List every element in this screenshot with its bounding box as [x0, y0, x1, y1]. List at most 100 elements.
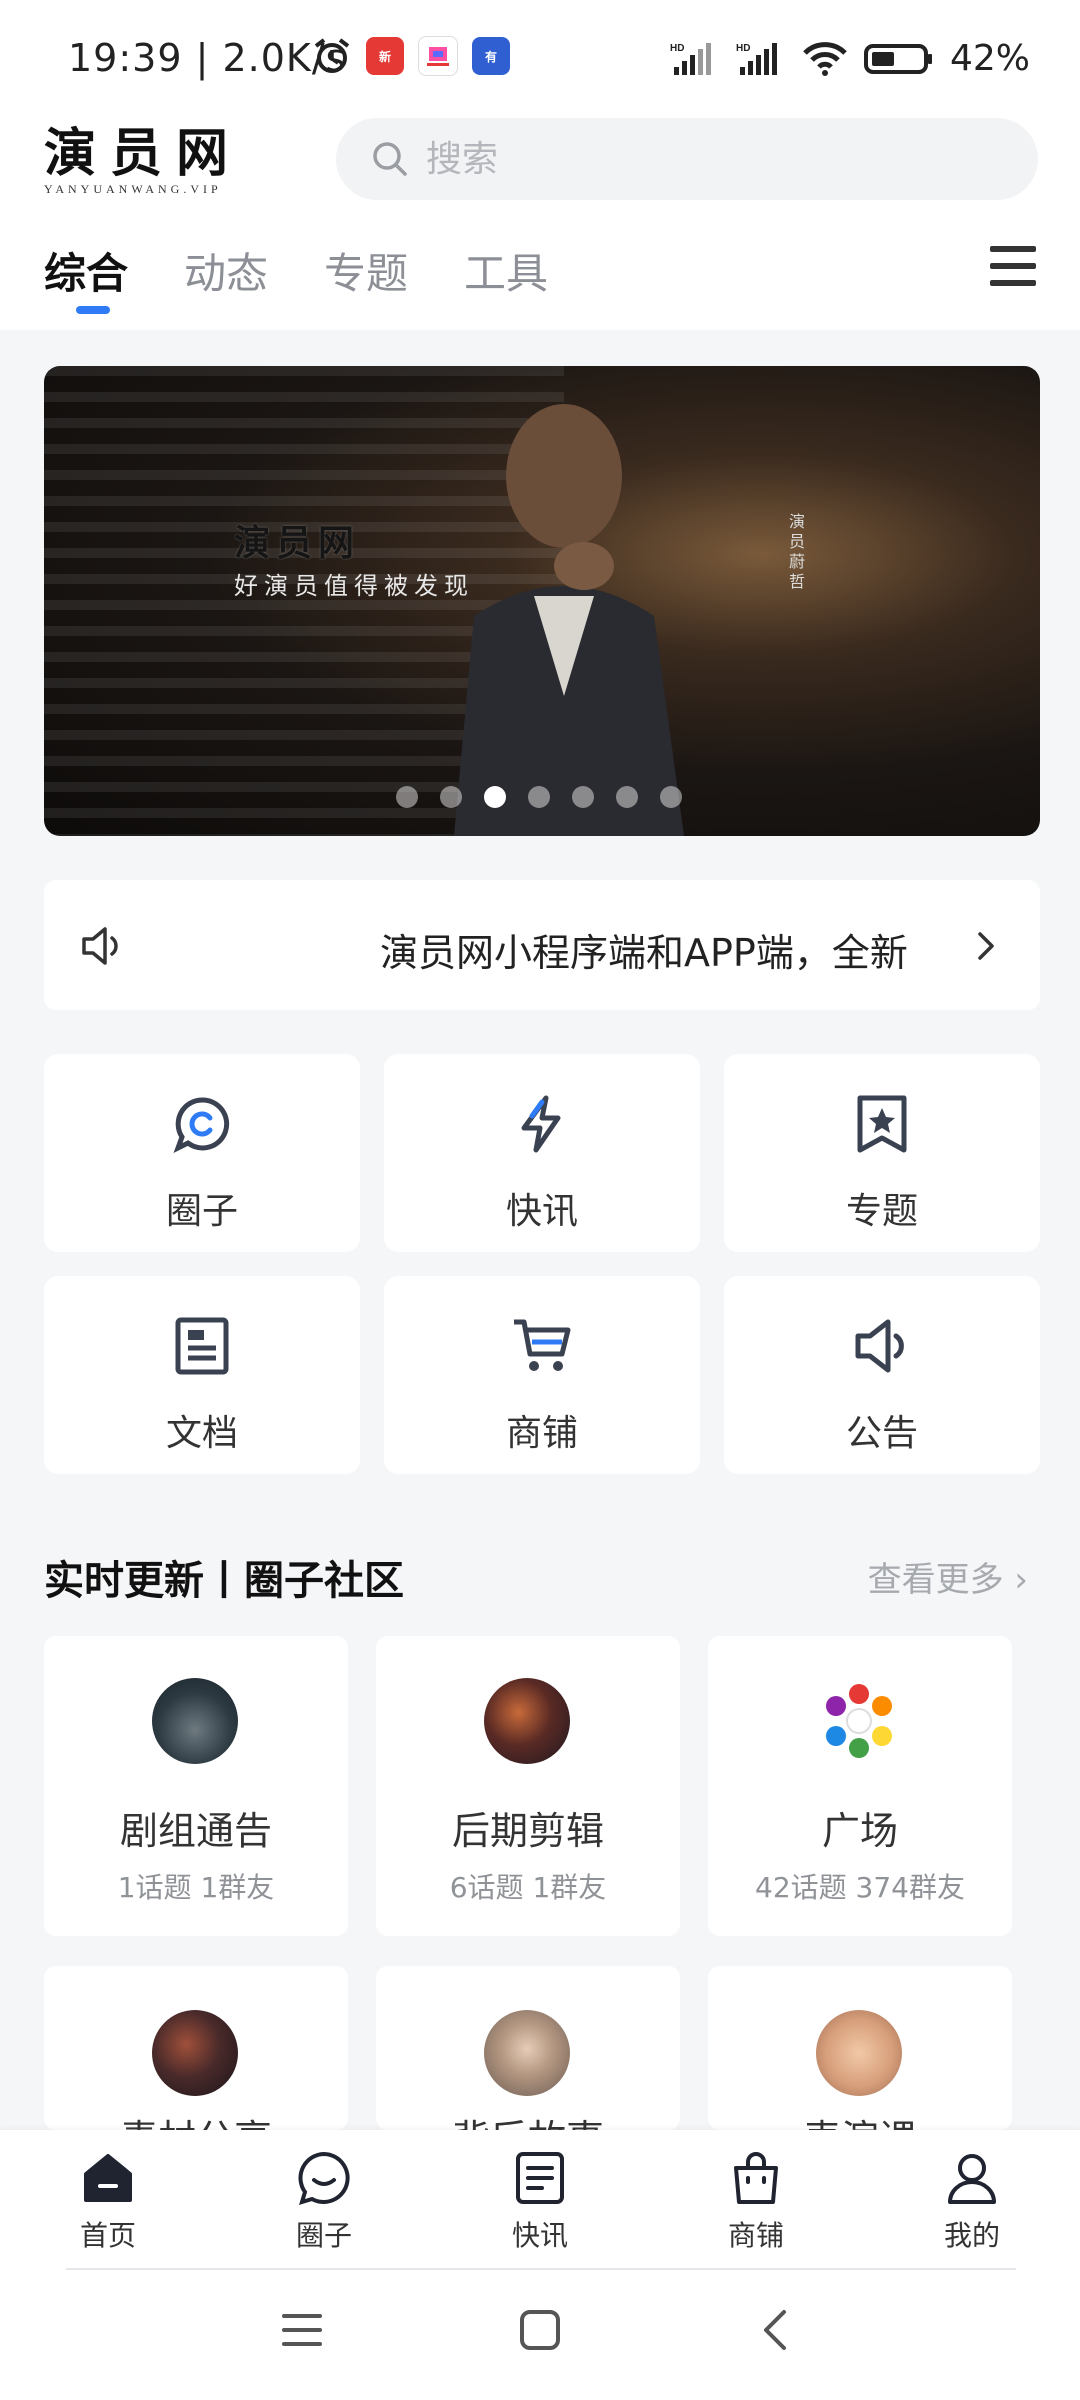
grid-item-news[interactable]: 快讯 [384, 1054, 700, 1252]
avatar [152, 1678, 238, 1764]
grid-label: 文档 [165, 1413, 238, 1454]
document-icon [175, 1317, 229, 1375]
banner-carousel[interactable]: 演员网 好演员值得被发现 演员 蔚哲 [44, 366, 1040, 836]
grid-item-topics[interactable]: 专题 [724, 1054, 1040, 1252]
lightning-icon [521, 1095, 561, 1153]
chevron-right-icon [978, 932, 994, 960]
status-system-icons: HD HD 42% [670, 38, 1030, 79]
banner-portrait-image [454, 404, 684, 836]
nav-shop[interactable]: 商铺 [676, 2150, 836, 2254]
logo-text: 演员网 [44, 123, 243, 184]
hd-signal-icon: HD [736, 42, 777, 75]
nav-home[interactable]: 首页 [28, 2150, 188, 2254]
status-bar: 19:39 | 2.0K/s 新 有 HD HD 42% [0, 0, 1080, 110]
circle-name: 表演课 [708, 2108, 1012, 2130]
menu-icon[interactable] [990, 246, 1036, 286]
circle-stats: 1话题 1群友 [117, 1871, 275, 1904]
nav-circles[interactable]: 圈子 [244, 2150, 404, 2254]
nav-label: 快讯 [511, 2219, 568, 2252]
grid-item-documents[interactable]: 文档 [44, 1276, 360, 1474]
grid-label: 圈子 [165, 1191, 238, 1232]
nav-label: 圈子 [295, 2219, 352, 2252]
grid-label: 专题 [845, 1191, 918, 1232]
circle-name: 素材分享 [44, 2108, 348, 2130]
tab-bar: 综合 动态 专题 工具 [44, 240, 548, 314]
grid-item-shop[interactable]: 商铺 [384, 1276, 700, 1474]
nav-profile[interactable]: 我的 [892, 2150, 1052, 2254]
circle-chat-icon [173, 1097, 230, 1154]
app-badge-icon [418, 36, 458, 76]
recent-apps-icon[interactable] [282, 2310, 322, 2350]
svg-text:HD: HD [670, 43, 684, 54]
circle-stats: 6话题 1群友 [449, 1871, 607, 1904]
announcement-bar[interactable]: 演员网小程序端和APP端，全新 [44, 880, 1040, 1010]
circle-card-square[interactable]: 广场 42话题 374群友 [708, 1636, 1012, 1936]
speaker-icon [82, 927, 118, 965]
wifi-icon [803, 41, 847, 76]
nav-label: 首页 [79, 2219, 136, 2252]
alarm-icon [314, 38, 350, 73]
circle-stats: 42话题 374群友 [755, 1871, 965, 1904]
tab-overview[interactable]: 综合 [44, 240, 128, 314]
carousel-dot-active[interactable] [484, 786, 506, 808]
hd-signal-icon: HD [670, 42, 711, 75]
circle-card-casting[interactable]: 剧组通告 1话题 1群友 [44, 1636, 348, 1936]
status-notification-icons: 新 有 [312, 36, 510, 76]
carousel-dot[interactable] [572, 786, 594, 808]
news-icon [516, 2152, 564, 2204]
grid-item-announcements[interactable]: 公告 [724, 1276, 1040, 1474]
bookmark-star-icon [857, 1095, 907, 1153]
battery-icon [863, 43, 932, 74]
grid-label: 公告 [845, 1413, 918, 1454]
carousel-dots [396, 786, 682, 808]
circle-name: 后期剪辑 [451, 1809, 604, 1853]
home-icon [84, 2154, 132, 2202]
search-bar[interactable] [336, 118, 1038, 200]
nav-label: 商铺 [727, 2219, 784, 2252]
view-more-link[interactable]: 查看更多 › [868, 1552, 1028, 1601]
bottom-nav: 首页 圈子 快讯 商铺 我的 [0, 2130, 1080, 2270]
carousel-dot[interactable] [616, 786, 638, 808]
banner-vertical-text: 演员 蔚哲 [788, 512, 805, 591]
carousel-dot[interactable] [660, 786, 682, 808]
tab-topics[interactable]: 专题 [324, 240, 408, 301]
circle-name: 广场 [821, 1809, 898, 1853]
tab-tools[interactable]: 工具 [464, 240, 548, 301]
grid-label: 商铺 [505, 1413, 578, 1454]
status-time: 19:39 | 2.0K/s [68, 36, 347, 80]
announcement-text: 演员网小程序端和APP端，全新 [380, 931, 908, 975]
app-badge-icon: 新 [366, 37, 404, 75]
carousel-dot[interactable] [528, 786, 550, 808]
app-logo[interactable]: 演员网 YANYUANWANG.VIP [44, 123, 304, 197]
circle-card-editing[interactable]: 后期剪辑 6话题 1群友 [376, 1636, 680, 1936]
search-icon [373, 142, 407, 176]
speaker-icon [855, 1319, 904, 1373]
nav-label: 我的 [943, 2219, 1000, 2252]
svg-text:HD: HD [736, 43, 750, 54]
shopping-bag-icon [734, 2152, 778, 2204]
avatar [484, 1678, 570, 1764]
cart-icon [514, 1319, 571, 1371]
carousel-dot[interactable] [440, 786, 462, 808]
circle-card-materials[interactable]: 素材分享 [44, 1966, 348, 2130]
logo-subtext: YANYUANWANG.VIP [44, 182, 222, 196]
banner-logo: 演员网 [234, 522, 361, 564]
circle-card-acting-class[interactable]: 表演课 [708, 1966, 1012, 2130]
circle-chat-icon [298, 2151, 350, 2205]
nav-news[interactable]: 快讯 [460, 2150, 620, 2254]
home-button-icon[interactable] [518, 2308, 562, 2352]
avatar [826, 1684, 892, 1758]
system-navigation-bar [0, 2270, 1080, 2400]
avatar [152, 2010, 238, 2096]
app-badge-icon: 有 [472, 37, 510, 75]
back-icon[interactable] [760, 2308, 790, 2352]
tab-dynamic[interactable]: 动态 [184, 240, 268, 301]
circle-name: 剧组通告 [119, 1809, 272, 1853]
grid-item-circles[interactable]: 圈子 [44, 1054, 360, 1252]
circle-name: 背后故事 [376, 2108, 680, 2130]
carousel-dot[interactable] [396, 786, 418, 808]
banner-slogan: 好演员值得被发现 [234, 572, 474, 600]
search-input[interactable] [424, 137, 988, 181]
battery-percent: 42% [949, 38, 1030, 79]
circle-card-stories[interactable]: 背后故事 [376, 1966, 680, 2130]
